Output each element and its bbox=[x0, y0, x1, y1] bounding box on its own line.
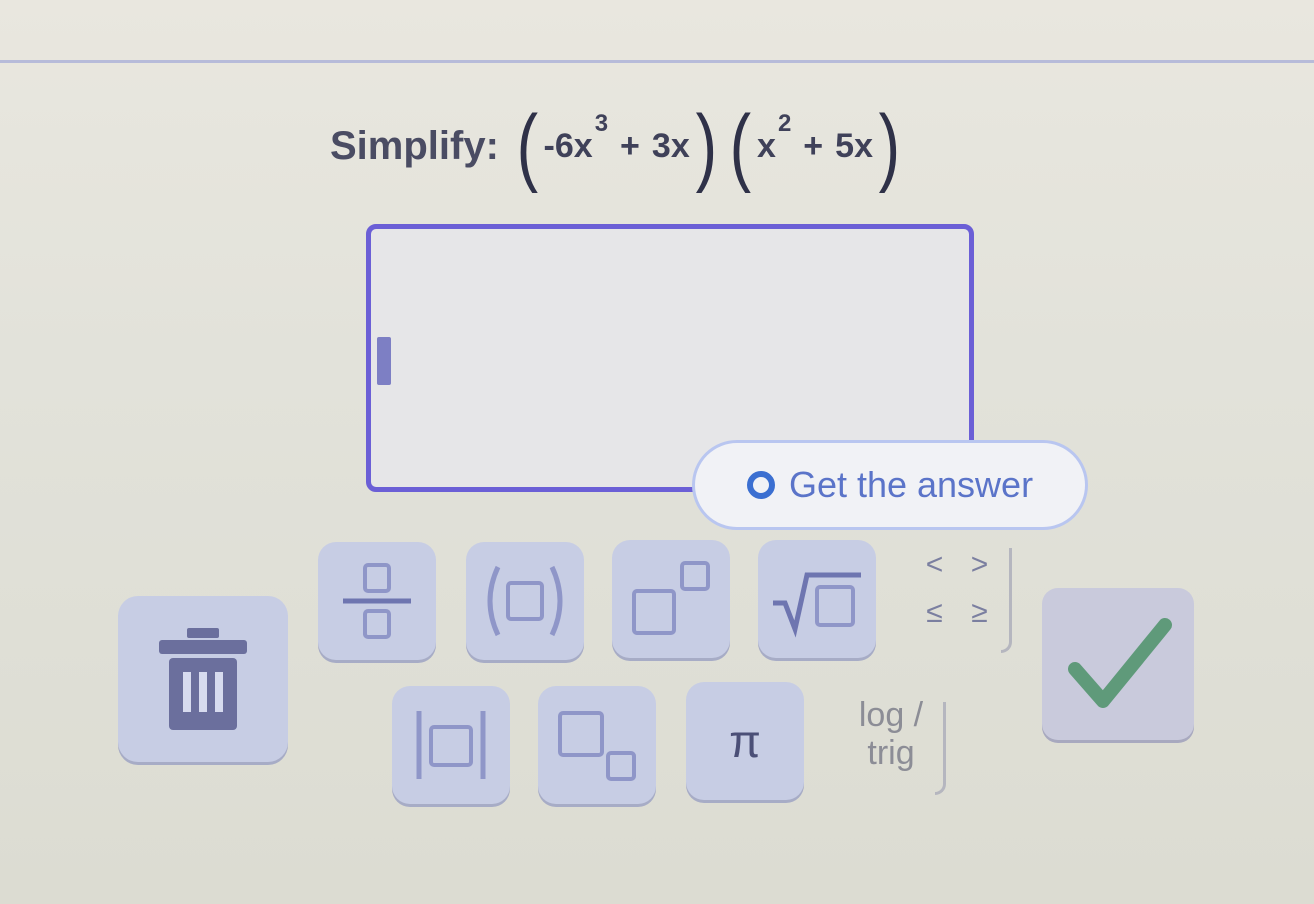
expression: ( -6x 3 + 3x ) ( x2 + 5x ) bbox=[513, 103, 904, 189]
factor2-term1-base: x bbox=[757, 126, 776, 165]
comparison-divider bbox=[1001, 548, 1012, 653]
factor1-operator: + bbox=[620, 126, 640, 165]
factor1-term2: 3x bbox=[651, 126, 690, 165]
answer-logo-icon bbox=[746, 471, 775, 499]
parentheses-icon bbox=[487, 565, 563, 637]
close-paren: ) bbox=[695, 98, 717, 194]
fraction-key[interactable] bbox=[318, 542, 436, 660]
log-trig-divider bbox=[935, 702, 946, 795]
greater-equal-key[interactable]: ≥ bbox=[971, 596, 987, 630]
parentheses-key[interactable] bbox=[466, 542, 584, 660]
absolute-value-icon bbox=[416, 711, 486, 779]
get-answer-button[interactable]: Get the answer bbox=[692, 440, 1088, 530]
log-trig-key[interactable]: log / trig bbox=[836, 696, 946, 796]
question-label: Simplify: bbox=[330, 123, 499, 168]
subscript-icon bbox=[558, 711, 636, 781]
open-paren: ( bbox=[516, 98, 538, 194]
pi-key[interactable]: π bbox=[686, 682, 804, 800]
factor2-term2: 5x bbox=[835, 126, 873, 165]
checkmark-icon bbox=[1068, 618, 1172, 708]
text-cursor bbox=[377, 337, 391, 385]
top-divider bbox=[0, 60, 1314, 63]
trash-icon bbox=[159, 628, 247, 730]
subscript-key[interactable] bbox=[538, 686, 656, 804]
factor1-term1: -6x 3 bbox=[543, 110, 609, 166]
comparison-keys: < > ≤ ≥ bbox=[902, 548, 1012, 658]
open-paren: ( bbox=[729, 98, 752, 194]
less-than-key[interactable]: < bbox=[926, 548, 944, 582]
log-label: log / bbox=[858, 696, 924, 734]
close-paren: ) bbox=[878, 98, 901, 194]
exponent-icon bbox=[632, 561, 710, 635]
factor1-term1-base: -6x bbox=[543, 126, 593, 165]
sqrt-key[interactable] bbox=[758, 540, 876, 658]
get-answer-label: Get the answer bbox=[788, 464, 1034, 505]
question-prompt: Simplify: ( -6x 3 + 3x ) ( x2 + 5x ) bbox=[330, 96, 904, 196]
greater-than-key[interactable]: > bbox=[971, 548, 989, 582]
absolute-value-key[interactable] bbox=[392, 686, 510, 804]
pi-label: π bbox=[729, 715, 761, 767]
factor1-term1-exponent: 3 bbox=[594, 110, 609, 137]
sqrt-icon bbox=[773, 572, 861, 638]
factor2-term1: x2 bbox=[757, 110, 791, 166]
trig-label: trig bbox=[867, 734, 915, 772]
exponent-key[interactable] bbox=[612, 540, 730, 658]
fraction-icon bbox=[343, 563, 411, 639]
less-equal-key[interactable]: ≤ bbox=[926, 596, 942, 630]
clear-button[interactable] bbox=[118, 596, 288, 762]
submit-button[interactable] bbox=[1042, 588, 1194, 740]
factor2-term1-exponent: 2 bbox=[777, 110, 792, 137]
factor2-operator: + bbox=[803, 126, 824, 165]
